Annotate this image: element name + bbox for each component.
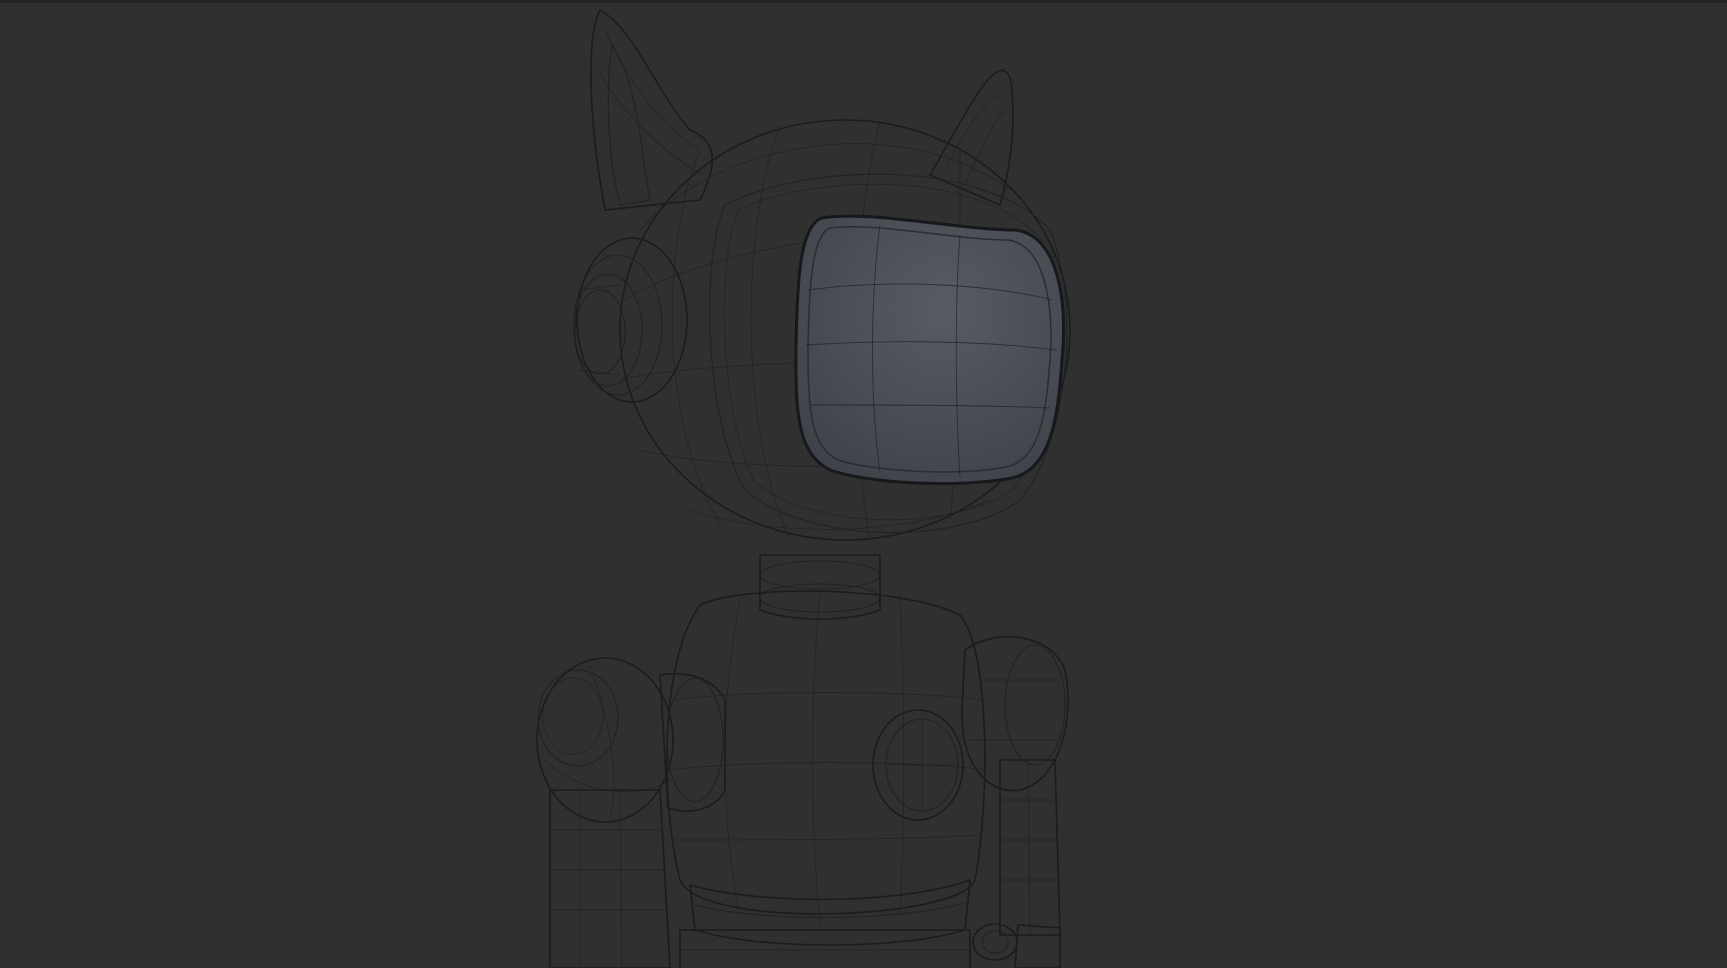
left-ear <box>590 8 714 211</box>
neck <box>759 554 881 620</box>
robot-model[interactable] <box>0 0 1727 968</box>
right-arm <box>961 636 1069 968</box>
face-visor <box>794 214 1066 486</box>
3d-viewport[interactable] <box>0 0 1727 968</box>
left-arm <box>536 657 726 968</box>
right-ear <box>928 69 1014 207</box>
torso <box>666 589 989 946</box>
waist <box>679 929 971 968</box>
